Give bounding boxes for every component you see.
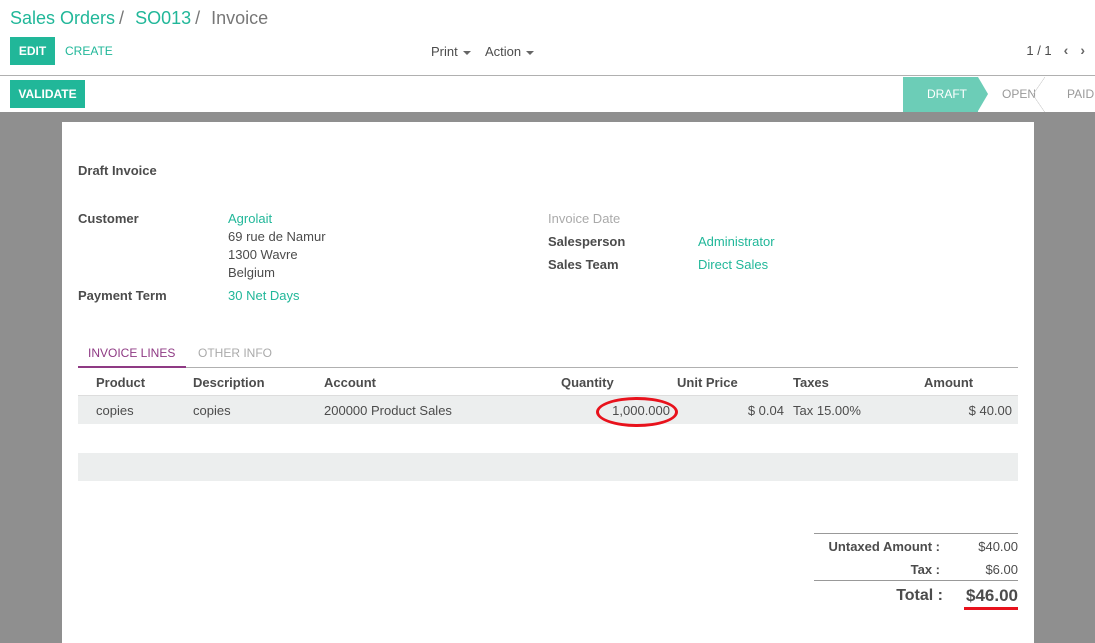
untaxed-amount-label: Untaxed Amount : — [828, 539, 940, 554]
invoice-title: Draft Invoice — [78, 163, 157, 178]
column-unit-price[interactable]: Unit Price — [677, 375, 738, 390]
tax-label: Tax : — [910, 562, 940, 577]
total-line: Total : $46.00 — [814, 580, 1018, 610]
pager: 1 / 1 ‹ › — [1026, 42, 1085, 58]
breadcrumb-so013[interactable]: SO013 — [135, 8, 191, 28]
invoice-sheet: Draft Invoice Customer Agrolait 69 rue d… — [62, 122, 1034, 643]
notebook-tabs: INVOICE LINES OTHER INFO — [78, 342, 1018, 368]
cell-taxes: Tax 15.00% — [793, 403, 861, 418]
table-header: Product Description Account Quantity Uni… — [78, 370, 1018, 396]
breadcrumb-current-invoice: Invoice — [211, 8, 269, 28]
tax-value: $6.00 — [985, 562, 1018, 577]
caret-down-icon — [462, 50, 471, 55]
payment-term-link[interactable]: 30 Net Days — [228, 288, 300, 303]
column-description[interactable]: Description — [193, 375, 265, 390]
sales-team-link[interactable]: Direct Sales — [698, 257, 768, 272]
column-amount[interactable]: Amount — [924, 375, 973, 390]
caret-down-icon — [526, 50, 535, 55]
status-step-paid: PAID — [1067, 87, 1095, 101]
cell-amount: $ 40.00 — [968, 403, 1012, 418]
customer-address-line: 1300 Wavre — [228, 247, 298, 262]
sales-team-label: Sales Team — [548, 257, 619, 272]
status-step-draft: DRAFT — [903, 77, 988, 112]
customer-address-line: Belgium — [228, 265, 275, 280]
control-panel: Sales Orders / SO013/ Invoice EDIT CREATE… — [0, 0, 1095, 76]
status-steps: DRAFT OPEN PAID — [903, 77, 1095, 112]
add-line-row[interactable] — [78, 453, 1018, 481]
column-account[interactable]: Account — [324, 375, 376, 390]
action-label: Action — [485, 44, 522, 59]
tax-line: Tax : $6.00 — [814, 557, 1018, 580]
invoice-date-label: Invoice Date — [548, 211, 621, 226]
highlight-underline-annotation — [964, 607, 1018, 610]
invoice-lines-table: Product Description Account Quantity Uni… — [78, 370, 1018, 427]
payment-term-label: Payment Term — [78, 288, 167, 303]
customer-address-line: 69 rue de Namur — [228, 229, 326, 244]
total-label: Total : — [896, 587, 943, 604]
cell-description: copies — [193, 403, 231, 418]
invoice-totals: Untaxed Amount : $40.00 Tax : $6.00 Tota… — [814, 533, 1018, 610]
salesperson-label: Salesperson — [548, 234, 626, 249]
total-value: $46.00 — [966, 586, 1018, 605]
untaxed-amount-value: $40.00 — [978, 539, 1018, 554]
column-quantity[interactable]: Quantity — [561, 375, 614, 390]
breadcrumb: Sales Orders / SO013/ Invoice — [10, 8, 268, 29]
cell-product: copies — [96, 403, 134, 418]
cell-unit-price: $ 0.04 — [747, 403, 784, 418]
column-product[interactable]: Product — [96, 375, 145, 390]
salesperson-link[interactable]: Administrator — [698, 234, 775, 249]
customer-link[interactable]: Agrolait — [228, 211, 272, 226]
table-row[interactable]: copies copies 200000 Product Sales 1,000… — [78, 396, 1018, 427]
tab-invoice-lines[interactable]: INVOICE LINES — [78, 346, 186, 368]
untaxed-amount-line: Untaxed Amount : $40.00 — [814, 534, 1018, 557]
print-dropdown[interactable]: Print — [431, 44, 471, 59]
breadcrumb-separator: / — [119, 8, 125, 28]
highlight-circle-annotation — [596, 397, 678, 427]
column-taxes[interactable]: Taxes — [793, 375, 829, 390]
edit-button[interactable]: EDIT — [10, 37, 55, 65]
customer-label: Customer — [78, 211, 139, 226]
pager-value[interactable]: 1 / 1 — [1026, 43, 1051, 58]
create-button[interactable]: CREATE — [65, 44, 113, 58]
tab-other-info[interactable]: OTHER INFO — [198, 346, 272, 368]
action-dropdown[interactable]: Action — [485, 44, 535, 59]
print-label: Print — [431, 44, 458, 59]
breadcrumb-sales-orders[interactable]: Sales Orders — [10, 8, 115, 28]
validate-button[interactable]: VALIDATE — [10, 80, 85, 108]
chevron-left-icon[interactable]: ‹ — [1064, 42, 1069, 58]
breadcrumb-separator: / — [195, 8, 201, 28]
status-bar: VALIDATE DRAFT OPEN PAID — [0, 77, 1095, 112]
chevron-right-icon[interactable]: › — [1080, 42, 1085, 58]
cell-account: 200000 Product Sales — [324, 403, 452, 418]
